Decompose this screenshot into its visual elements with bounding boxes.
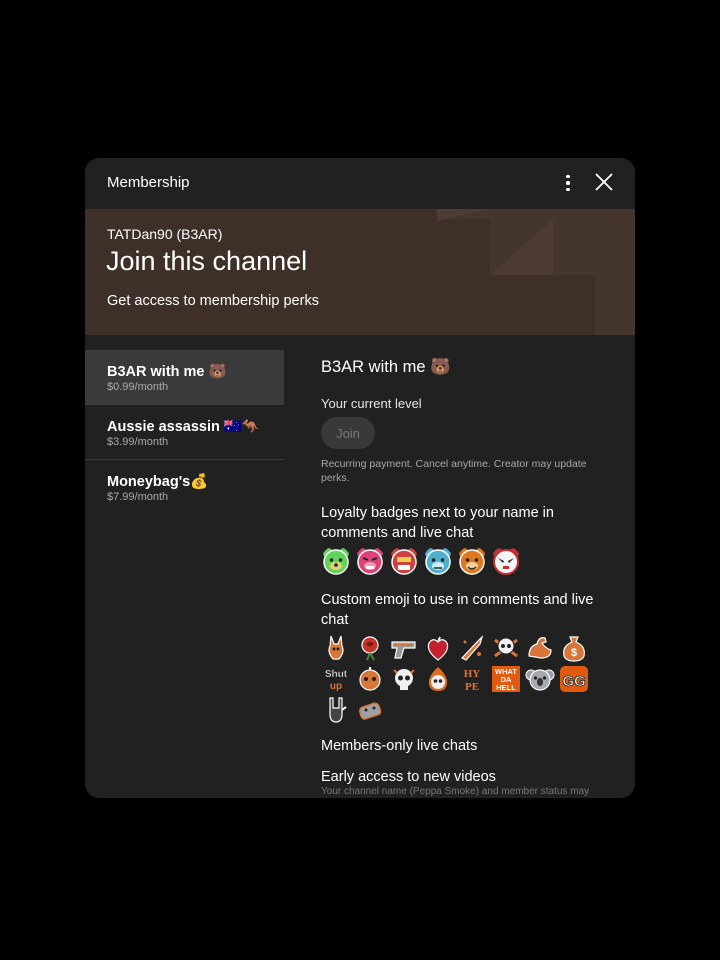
tier-detail: B3AR with me 🐻 Your current level Join R… [321,358,611,798]
shut-up-text-2: up [330,681,342,692]
shut-up-emoji-icon: Shut up [321,665,351,693]
bear-badge-icon [357,548,383,575]
tier-price: $0.99/month [107,381,169,393]
channel-name: TATDan90 (B3AR) [107,226,223,242]
current-level-label: Your current level [321,396,422,411]
fire-skull-emoji-icon [423,665,453,693]
kangaroo-emoji-icon [321,634,351,662]
tier-item-aussie[interactable]: Aussie assassin 🇦🇺🦘 $3.99/month [85,405,284,460]
more-options-icon[interactable] [555,170,581,196]
tier-list: B3AR with me 🐻 $0.99/month Aussie assass… [85,350,284,514]
channel-banner: TATDan90 (B3AR) Join this channel Get ac… [85,209,635,335]
skull-crossbones-emoji-icon [491,634,521,662]
controller-emoji-icon [355,696,385,724]
perk-loyalty-badges: Loyalty badges next to your name in comm… [321,505,554,541]
tier-name: B3AR with me 🐻 [107,364,227,380]
koala-emoji-icon [525,665,555,693]
badge-row [321,546,611,576]
flex-arm-emoji-icon [525,634,555,662]
shut-up-text-1: Shut [325,669,348,680]
perk-custom-emoji: Custom emoji to use in comments and live… [321,592,594,628]
tier-name: Aussie assassin 🇦🇺🦘 [107,419,260,435]
tier-name: Moneybag's💰 [107,474,209,490]
dialog-header: Membership [85,158,635,208]
perk-early-access: Early access to new videos [321,769,496,785]
emoji-spacer [593,634,623,662]
hype-text-2: PE [465,681,479,693]
bear-badge-icon [391,548,417,575]
bear-badge-icon [323,548,349,575]
skull-emoji-icon [389,665,419,693]
bear-badge-icon [459,548,485,575]
gg-text: GG [562,673,585,690]
tier-item-moneybags[interactable]: Moneybag's💰 $7.99/month [85,460,284,514]
hype-emoji-icon: HY PE [457,665,487,693]
payment-note: Recurring payment. Cancel anytime. Creat… [321,458,587,484]
emoji-grid: $ Shut up HY PE WHAT DA HELL GG [321,634,611,724]
membership-dialog: Membership TATDan90 (B3AR) Join this cha… [85,158,635,798]
what-text-3: HELL [496,683,516,692]
join-heading: Join this channel [106,246,308,276]
money-sign: $ [571,647,577,659]
close-icon[interactable] [592,170,616,194]
rose-emoji-icon [355,634,385,662]
bear-badge-icon [425,548,451,575]
knife-emoji-icon [457,634,487,662]
heart-emoji-icon [423,634,453,662]
tier-item-b3ar[interactable]: B3AR with me 🐻 $0.99/month [85,350,284,405]
tier-price: $3.99/month [107,436,169,448]
emoji-spacer [593,665,623,693]
perk-members-only-chat: Members-only live chats [321,738,478,754]
dialog-title: Membership [107,174,190,191]
what-da-hell-emoji-icon: WHAT DA HELL [491,665,521,693]
money-bag-emoji-icon: $ [559,634,589,662]
hype-text-1: HY [464,668,481,680]
robot-head-emoji-icon [355,665,385,693]
rock-hand-emoji-icon [321,696,351,724]
gun-emoji-icon [389,634,419,662]
detail-tier-name: B3AR with me 🐻 [321,358,451,376]
panda-badge-icon [493,548,519,575]
banner-subtitle: Get access to membership perks [107,293,319,309]
join-button[interactable]: Join [321,417,375,449]
tier-price: $7.99/month [107,491,169,503]
gg-emoji-icon: GG [559,665,589,693]
footer-disclaimer: Your channel name (Peppa Smoke) and memb… [321,786,590,797]
